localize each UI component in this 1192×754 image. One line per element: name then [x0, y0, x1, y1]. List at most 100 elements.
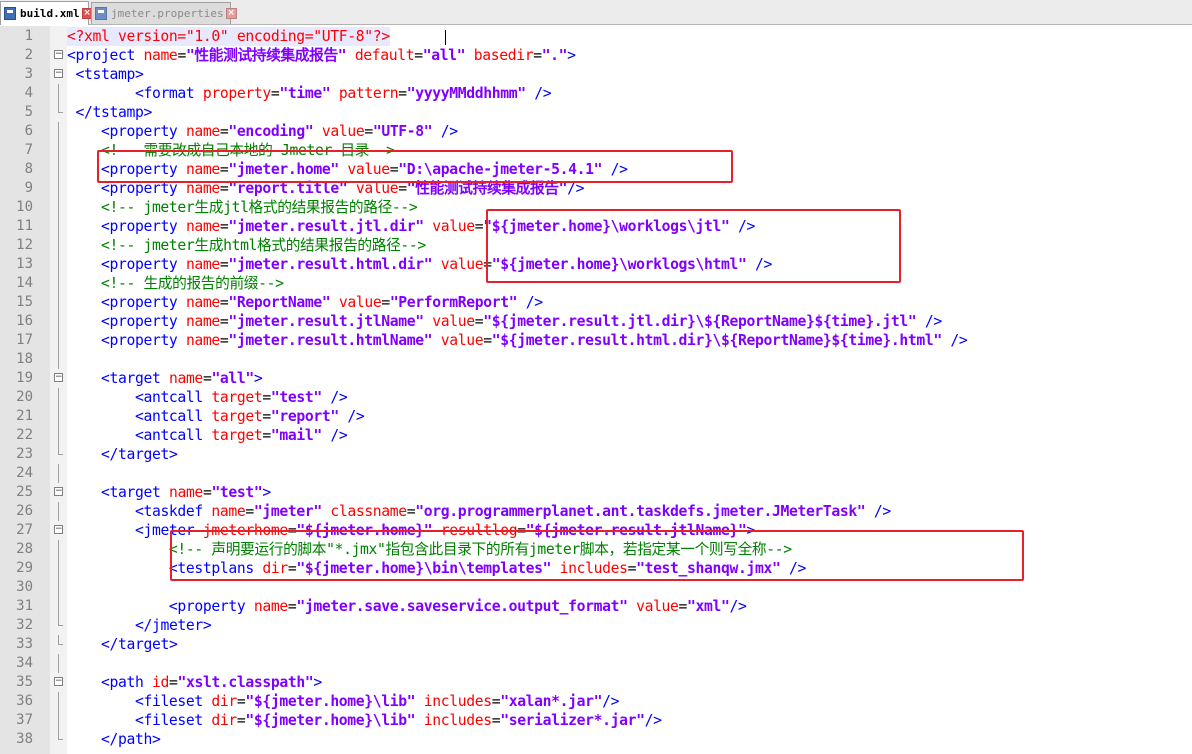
code-line[interactable]: 25 − <target name="test">: [0, 483, 1192, 502]
fold-toggle-icon[interactable]: −: [54, 487, 63, 496]
code-line[interactable]: 19 − <target name="all">: [0, 369, 1192, 388]
token-val: "org.programmerplanet.ant.taskdefs.jmete…: [415, 503, 866, 520]
code-text[interactable]: <antcall target="test" />: [67, 388, 348, 407]
code-text[interactable]: </jmeter>: [67, 616, 212, 635]
code-text[interactable]: </path>: [67, 730, 161, 749]
code-text[interactable]: <antcall target="mail" />: [67, 426, 348, 445]
code-text[interactable]: <property name="ReportName" value="Perfo…: [67, 293, 543, 312]
code-text[interactable]: <fileset dir="${jmeter.home}\lib" includ…: [67, 692, 620, 711]
code-text[interactable]: <?xml version="1.0" encoding="UTF-8"?>: [67, 27, 390, 46]
token-eq: =: [177, 47, 186, 64]
code-line[interactable]: 35 − <path id="xslt.classpath">: [0, 673, 1192, 692]
close-icon[interactable]: ×: [225, 8, 237, 19]
code-line[interactable]: 8 <property name="jmeter.home" value="D:…: [0, 160, 1192, 179]
code-text[interactable]: <property name="report.title" value="性能测…: [67, 179, 585, 198]
code-line[interactable]: 15 <property name="ReportName" value="Pe…: [0, 293, 1192, 312]
code-line[interactable]: 2− <project name="性能测试持续集成报告" default="al…: [0, 46, 1192, 65]
code-line[interactable]: 13 <property name="jmeter.result.html.di…: [0, 255, 1192, 274]
code-line[interactable]: 23 </target>: [0, 445, 1192, 464]
code-text[interactable]: <antcall target="report" />: [67, 407, 365, 426]
code-line[interactable]: 6 <property name="encoding" value="UTF-8…: [0, 122, 1192, 141]
tab-jmeter-properties[interactable]: jmeter.properties ×: [91, 2, 237, 24]
code-line[interactable]: 32 </jmeter>: [0, 616, 1192, 635]
code-text[interactable]: <property name="jmeter.home" value="D:\a…: [67, 160, 628, 179]
code-line[interactable]: 22 <antcall target="mail" />: [0, 426, 1192, 445]
code-text[interactable]: <!-- jmeter生成html格式的结果报告的路径-->: [67, 236, 426, 255]
code-line[interactable]: 33 </target>: [0, 635, 1192, 654]
code-text[interactable]: <target name="all">: [67, 369, 263, 388]
fold-end-guide: [58, 616, 63, 626]
code-text[interactable]: <format property="time" pattern="yyyyMMd…: [67, 84, 552, 103]
fold-toggle-icon[interactable]: −: [54, 677, 63, 686]
code-line[interactable]: 4 <format property="time" pattern="yyyyM…: [0, 84, 1192, 103]
token-tag: format: [143, 85, 195, 102]
code-text[interactable]: <property name="jmeter.result.html.dir" …: [67, 255, 772, 274]
token-val: "encoding": [228, 123, 314, 140]
code-text[interactable]: </target>: [67, 445, 178, 464]
code-line[interactable]: 24: [0, 464, 1192, 483]
code-text[interactable]: <target name="test">: [67, 483, 271, 502]
code-line[interactable]: 34: [0, 654, 1192, 673]
code-line[interactable]: 11 <property name="jmeter.result.jtl.dir…: [0, 217, 1192, 236]
code-text[interactable]: <!-- 需要改成自己本地的 Jmeter 目录-->: [67, 141, 395, 160]
token-tag: path: [109, 674, 144, 691]
code-text[interactable]: <property name="jmeter.result.jtl.dir" v…: [67, 217, 755, 236]
code-line[interactable]: 9 <property name="report.title" value="性…: [0, 179, 1192, 198]
token-attr: classname: [330, 503, 407, 520]
code-line[interactable]: 29 <testplans dir="${jmeter.home}\bin\te…: [0, 559, 1192, 578]
code-text[interactable]: <jmeter jmeterhome="${jmeter.home}" resu…: [67, 521, 755, 540]
code-line[interactable]: 27− <jmeter jmeterhome="${jmeter.home}" …: [0, 521, 1192, 540]
code-line[interactable]: 17 <property name="jmeter.result.htmlNam…: [0, 331, 1192, 350]
code-line[interactable]: 26 <taskdef name="jmeter" classname="org…: [0, 502, 1192, 521]
code-text[interactable]: <!-- 生成的报告的前缀-->: [67, 274, 284, 293]
code-text[interactable]: </target>: [67, 635, 178, 654]
fold-toggle-icon[interactable]: −: [54, 373, 63, 382]
token-attr: property: [202, 85, 271, 102]
token-pi: <?xml version="1.0" encoding="UTF-8"?>: [67, 28, 390, 45]
code-text[interactable]: </tstamp>: [67, 103, 153, 122]
code-text[interactable]: <fileset dir="${jmeter.home}\lib" includ…: [67, 711, 662, 730]
code-text[interactable]: <property name="jmeter.result.htmlName" …: [67, 331, 968, 350]
fold-guide: [58, 274, 59, 293]
code-line[interactable]: 30: [0, 578, 1192, 597]
code-line[interactable]: 28 <!-- 声明要运行的脚本"*.jmx"指包含此目录下的所有jmeter脚…: [0, 540, 1192, 559]
code-line[interactable]: 31 <property name="jmeter.save.saveservi…: [0, 597, 1192, 616]
token-attr: name: [185, 313, 220, 330]
code-line[interactable]: 20 <antcall target="test" />: [0, 388, 1192, 407]
code-editor[interactable]: 1 <?xml version="1.0" encoding="UTF-8"?> 2…: [0, 26, 1192, 754]
code-text[interactable]: <property name="encoding" value="UTF-8" …: [67, 122, 458, 141]
code-text[interactable]: <!-- jmeter生成jtl格式的结果报告的路径-->: [67, 198, 418, 217]
code-line[interactable]: 37 <fileset dir="${jmeter.home}\lib" inc…: [0, 711, 1192, 730]
code-line[interactable]: 5 </tstamp>: [0, 103, 1192, 122]
code-text[interactable]: <path id="xslt.classpath">: [67, 673, 322, 692]
code-line[interactable]: 38 </path>: [0, 730, 1192, 749]
code-text[interactable]: <property name="jmeter.save.saveservice.…: [67, 597, 747, 616]
token-val: "jmeter.result.htmlName": [228, 332, 433, 349]
code-line[interactable]: 36 <fileset dir="${jmeter.home}\lib" inc…: [0, 692, 1192, 711]
token-eq: =: [414, 47, 423, 64]
fold-toggle-icon[interactable]: −: [54, 525, 63, 534]
code-line[interactable]: 7 <!-- 需要改成自己本地的 Jmeter 目录-->: [0, 141, 1192, 160]
code-text[interactable]: <project name="性能测试持续集成报告" default="all"…: [67, 46, 576, 65]
code-line[interactable]: 10 <!-- jmeter生成jtl格式的结果报告的路径-->: [0, 198, 1192, 217]
code-text[interactable]: <tstamp>: [67, 65, 144, 84]
code-text[interactable]: <testplans dir="${jmeter.home}\bin\templ…: [67, 559, 806, 578]
code-line[interactable]: 12 <!-- jmeter生成html格式的结果报告的路径-->: [0, 236, 1192, 255]
code-line[interactable]: 16 <property name="jmeter.result.jtlName…: [0, 312, 1192, 331]
code-text[interactable]: <taskdef name="jmeter" classname="org.pr…: [67, 502, 891, 521]
code-line[interactable]: 1 <?xml version="1.0" encoding="UTF-8"?>: [0, 27, 1192, 46]
code-line[interactable]: 18: [0, 350, 1192, 369]
code-line[interactable]: 21 <antcall target="report" />: [0, 407, 1192, 426]
token-br: />: [729, 598, 747, 615]
code-text[interactable]: <!-- 声明要运行的脚本"*.jmx"指包含此目录下的所有jmeter脚本，若…: [67, 540, 792, 559]
code-text[interactable]: <property name="jmeter.result.jtlName" v…: [67, 312, 942, 331]
code-line[interactable]: 3 − <tstamp>: [0, 65, 1192, 84]
code-line[interactable]: 14 <!-- 生成的报告的前缀-->: [0, 274, 1192, 293]
fold-toggle-icon[interactable]: −: [54, 50, 63, 59]
tab-build-xml[interactable]: build.xml ×: [0, 1, 93, 25]
fold-toggle-icon[interactable]: −: [54, 69, 63, 78]
